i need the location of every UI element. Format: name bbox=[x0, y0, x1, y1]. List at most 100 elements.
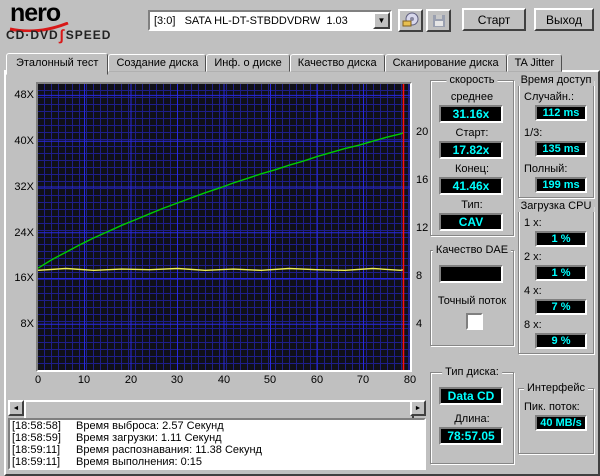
dae-quality-group: Качество DAE Точный поток bbox=[430, 244, 514, 346]
speed-group-title: скорость bbox=[446, 74, 498, 86]
x-axis-tick: 20 bbox=[124, 374, 138, 386]
full-access-display: 199 ms bbox=[535, 177, 587, 193]
tab-disc-quality[interactable]: Качество диска bbox=[289, 54, 385, 72]
interface-group: Интерфейс Пик. поток: 40 MB/s bbox=[518, 382, 594, 454]
start-speed-display: 17.82x bbox=[439, 141, 503, 159]
one-third-access-label: 1/3: bbox=[524, 127, 543, 139]
log-horizontal-scrollbar[interactable]: ◄ ► bbox=[8, 400, 426, 420]
log-time: [18:58:59] bbox=[12, 432, 61, 444]
average-speed-display: 31.16x bbox=[439, 105, 503, 123]
drive-selector[interactable]: [3:0] SATA HL-DT-STBDDVDRW 1.03 ▼ bbox=[148, 10, 392, 31]
y-axis-tick: 48X bbox=[14, 89, 34, 101]
disc-type-group-title: Тип диска: bbox=[442, 366, 502, 378]
benchmark-plot bbox=[37, 84, 411, 370]
scroll-left-icon[interactable]: ◄ bbox=[8, 400, 24, 416]
speed-chart: 48X 40X 32X 24X 16X 8X 20 16 12 8 4 0 10… bbox=[8, 74, 430, 392]
tab-bar: Эталонный тест Создание диска Инф. о дис… bbox=[6, 53, 563, 75]
y-axis-tick: 32X bbox=[14, 181, 34, 193]
speed-type-display: CAV bbox=[439, 213, 503, 231]
integral-icon: ∫ bbox=[59, 27, 65, 44]
burst-rate-label: Пик. поток: bbox=[524, 401, 580, 413]
hand-disc-button[interactable] bbox=[398, 9, 423, 32]
app-logo: nero CD·DVD ∫ SPEED bbox=[0, 0, 140, 48]
logo-cddvd: CD·DVD bbox=[6, 28, 59, 42]
x-axis-tick: 0 bbox=[34, 374, 42, 386]
plot-area bbox=[36, 82, 412, 372]
tab-disc-info[interactable]: Инф. о диске bbox=[206, 54, 290, 72]
start-button[interactable]: Старт bbox=[462, 8, 526, 31]
x-axis-tick: 70 bbox=[356, 374, 370, 386]
dae-quality-display bbox=[439, 265, 503, 283]
x-axis-tick: 50 bbox=[263, 374, 277, 386]
scrollbar-thumb[interactable] bbox=[24, 400, 414, 420]
y2-axis-tick: 4 bbox=[416, 318, 423, 330]
speed-group: скорость среднее 31.16x Старт: 17.82x Ко… bbox=[430, 74, 514, 236]
x-axis-tick: 60 bbox=[310, 374, 324, 386]
log-row[interactable]: [18:58:59] Время загрузки: 1.11 Секунд bbox=[10, 432, 424, 444]
log-time: [18:58:58] bbox=[12, 420, 61, 432]
access-time-group-title: Время доступ bbox=[517, 74, 595, 86]
save-button[interactable] bbox=[426, 9, 451, 32]
burst-rate-display: 40 MB/s bbox=[535, 415, 587, 431]
full-access-label: Полный: bbox=[524, 163, 568, 175]
hand-disc-icon bbox=[402, 12, 419, 27]
y-axis-tick: 40X bbox=[14, 135, 34, 147]
x-axis-tick: 80 bbox=[403, 374, 417, 386]
access-time-group: Время доступ Случайн.: 112 ms 1/3: 135 m… bbox=[517, 74, 595, 198]
cpu-usage-group-title: Загрузка CPU bbox=[517, 200, 595, 212]
cpu-1x-display: 1 % bbox=[535, 231, 587, 247]
y2-axis-tick: 16 bbox=[416, 174, 429, 186]
log-text: Время загрузки: 1.11 Секунд bbox=[76, 432, 222, 444]
cpu-2x-label: 2 x: bbox=[524, 251, 542, 263]
x-axis-tick: 10 bbox=[77, 374, 91, 386]
interface-group-title: Интерфейс bbox=[524, 382, 588, 394]
accurate-stream-checkbox[interactable] bbox=[466, 313, 483, 330]
disc-length-label: Длина: bbox=[454, 413, 490, 425]
dae-group-title: Качество DAE bbox=[432, 244, 512, 256]
floppy-save-icon bbox=[432, 14, 445, 27]
tab-scan-disc[interactable]: Сканирование диска bbox=[384, 54, 507, 72]
x-axis-tick: 40 bbox=[217, 374, 231, 386]
random-access-label: Случайн.: bbox=[524, 91, 575, 103]
y-axis-tick: 8X bbox=[20, 318, 34, 330]
y2-axis-tick: 12 bbox=[416, 222, 429, 234]
end-speed-display: 41.46x bbox=[439, 177, 503, 195]
start-speed-label: Старт: bbox=[455, 127, 489, 139]
end-speed-label: Конец: bbox=[454, 163, 490, 175]
log-row[interactable]: [18:59:11] Время распознавания: 11.38 Се… bbox=[10, 444, 424, 456]
disc-length-display: 78:57.05 bbox=[439, 427, 503, 445]
cpu-usage-group: Загрузка CPU 1 x: 1 % 2 x: 1 % 4 x: 7 % … bbox=[517, 200, 595, 354]
disc-type-display: Data CD bbox=[439, 387, 503, 405]
cpu-2x-display: 1 % bbox=[535, 265, 587, 281]
drive-selector-value: [3:0] SATA HL-DT-STBDDVDRW 1.03 bbox=[154, 14, 348, 27]
tab-ta-jitter[interactable]: TA Jitter bbox=[506, 54, 563, 72]
average-label: среднее bbox=[450, 91, 494, 103]
random-access-display: 112 ms bbox=[535, 105, 587, 121]
cpu-8x-label: 8 x: bbox=[524, 319, 542, 331]
one-third-access-display: 135 ms bbox=[535, 141, 587, 157]
log-text: Время распознавания: 11.38 Секунд bbox=[76, 444, 262, 456]
log-row[interactable]: [18:58:58] Время выброса: 2.57 Секунд bbox=[10, 420, 424, 432]
logo-speed-word: SPEED bbox=[65, 28, 112, 42]
y2-axis-tick: 20 bbox=[416, 126, 429, 138]
accurate-stream-label: Точный поток bbox=[437, 295, 507, 307]
tab-create-disc[interactable]: Создание диска bbox=[108, 54, 207, 72]
cpu-4x-display: 7 % bbox=[535, 299, 587, 315]
exit-button[interactable]: Выход bbox=[534, 8, 594, 31]
chevron-down-icon[interactable]: ▼ bbox=[373, 12, 390, 29]
tab-benchmark[interactable]: Эталонный тест bbox=[6, 53, 109, 75]
speed-type-label: Тип: bbox=[461, 199, 483, 211]
log-text: Время выброса: 2.57 Секунд bbox=[76, 420, 224, 432]
scroll-right-icon[interactable]: ► bbox=[410, 400, 426, 416]
disc-type-group: Тип диска: Data CD Длина: 78:57.05 bbox=[430, 366, 514, 464]
cpu-4x-label: 4 x: bbox=[524, 285, 542, 297]
benchmark-page: 48X 40X 32X 24X 16X 8X 20 16 12 8 4 0 10… bbox=[4, 70, 600, 476]
cpu-8x-display: 9 % bbox=[535, 333, 587, 349]
y-axis-tick: 16X bbox=[14, 272, 34, 284]
log-list[interactable]: [18:58:58] Время выброса: 2.57 Секунд [1… bbox=[8, 418, 426, 470]
log-text: Время выполнения: 0:15 bbox=[76, 456, 203, 468]
log-time: [18:59:11] bbox=[12, 444, 61, 456]
y2-axis-tick: 8 bbox=[416, 270, 423, 282]
log-row[interactable]: [18:59:11] Время выполнения: 0:15 bbox=[10, 456, 424, 468]
cpu-1x-label: 1 x: bbox=[524, 217, 542, 229]
